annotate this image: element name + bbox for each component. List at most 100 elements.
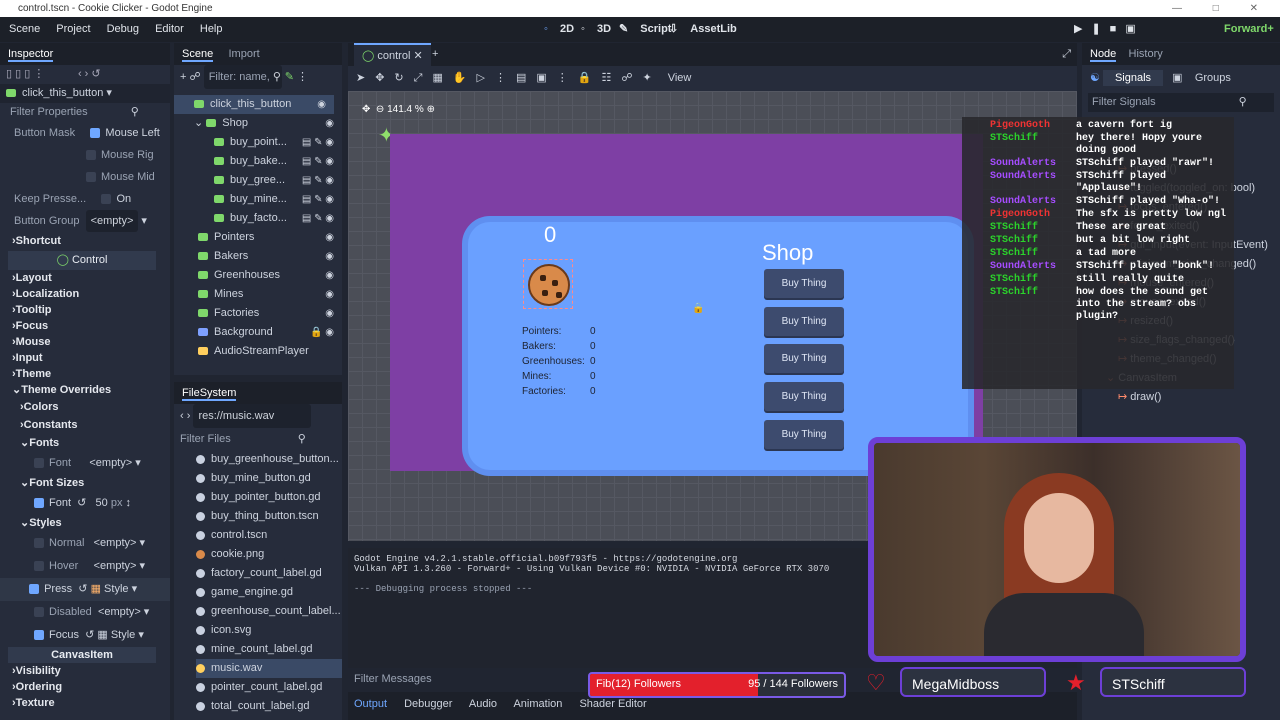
run-controls[interactable]: ▶❚■▣ [1074,17,1145,42]
file-item[interactable]: greenhouse_count_label... [196,602,342,621]
tree-node-mines[interactable]: Mines ◉ [174,285,342,304]
tab-control[interactable]: ◯ control ✕ [354,43,431,68]
inspector-toolbar[interactable]: ▯ ▯ ▯ ⋮ ‹ › ↺ [0,65,170,84]
signal-item[interactable]: ↦ draw() [1106,388,1280,407]
style-normal-value[interactable]: <empty> [94,537,137,549]
mask-right-row[interactable]: Mouse Rig [14,144,170,166]
eye-icon[interactable]: ◉ [317,95,326,114]
eye-icon[interactable]: ▤ ✎ ◉ [302,133,334,152]
workspace-3d[interactable]: ◦ 3D [581,17,615,42]
eye-icon[interactable]: ▤ ✎ ◉ [302,171,334,190]
tab-import[interactable]: Import [228,48,259,60]
add-tab-icon[interactable]: + [432,43,438,66]
eye-icon[interactable]: ◉ [325,266,334,285]
filter-properties[interactable]: Filter Properties ⚲ [0,103,170,122]
style-press-value[interactable]: Style [104,583,128,595]
buy-thing-button[interactable]: Buy Thing [764,307,844,336]
tree-node-background[interactable]: Background 🔒 ◉ [174,323,342,342]
section-localization[interactable]: ›Localization [0,286,170,302]
link-icon[interactable]: ☍ [190,71,201,83]
menu-help[interactable]: Help [200,23,223,35]
eye-icon[interactable]: ◉ [325,114,334,133]
control-category[interactable]: ◯ Control [8,251,156,270]
filter-messages[interactable]: Filter Messages [354,673,432,685]
tree-node-buy-pointer[interactable]: buy_point... ▤ ✎ ◉ [174,133,342,152]
file-item[interactable]: factory_count_label.gd [196,564,342,583]
style-press-checkbox[interactable] [29,584,40,595]
section-ordering[interactable]: ›Ordering [0,679,170,695]
workspace-assetlib[interactable]: ⇩ AssetLib [669,17,741,42]
tree-node-audio-stream-player[interactable]: AudioStreamPlayer [174,342,342,361]
section-input[interactable]: ›Input [0,350,170,366]
button-group-value[interactable]: <empty> [85,210,139,232]
eye-icon[interactable]: ▤ ✎ ◉ [302,190,334,209]
script-icon[interactable]: ✎ [285,71,294,83]
add-node-icon[interactable]: + [180,71,186,83]
subsection-font-sizes[interactable]: ⌄Font Sizes [0,474,170,492]
file-item[interactable]: pointer_count_label.gd [196,678,342,697]
menu-project[interactable]: Project [56,23,90,35]
section-layout[interactable]: ›Layout [0,270,170,286]
file-item[interactable]: music.wav [196,659,342,678]
close-icon[interactable]: ✕ [413,50,422,62]
section-visibility[interactable]: ›Visibility [0,663,170,679]
tab-node[interactable]: Node [1090,48,1117,62]
scene-filter-input[interactable]: Filter: name, ⚲ [203,65,282,89]
inspected-node[interactable]: click_this_button ▾ [0,84,170,103]
buy-thing-button[interactable]: Buy Thing [764,269,844,298]
menu-debug[interactable]: Debug [107,23,139,35]
file-item[interactable]: control.tscn [196,526,342,545]
file-item[interactable]: buy_mine_button.gd [196,469,342,488]
section-shortcut[interactable]: ›Shortcut [0,232,170,251]
file-item[interactable]: buy_greenhouse_button... [196,450,342,469]
tree-node-buy-factory[interactable]: buy_facto... ▤ ✎ ◉ [174,209,342,228]
tree-node-factories[interactable]: Factories ◉ [174,304,342,323]
tree-node-click-this-button[interactable]: click_this_button ◉ [174,95,334,114]
eye-icon[interactable]: ◉ [325,285,334,304]
tree-node-pointers[interactable]: Pointers ◉ [174,228,342,247]
filesystem-filter[interactable]: Filter Files ⚲ [174,428,342,450]
font-checkbox[interactable] [34,458,44,469]
section-texture[interactable]: ›Texture [0,695,170,711]
section-focus[interactable]: ›Focus [0,318,170,334]
tab-shader-editor[interactable]: Shader Editor [579,698,646,710]
tab-signals[interactable]: Signals [1102,70,1164,86]
filesystem-path-input[interactable]: res://music.wav [193,404,312,428]
eye-icon[interactable]: ▤ ✎ ◉ [302,209,334,228]
style-disabled-checkbox[interactable] [34,607,44,618]
font-value[interactable]: <empty> [89,457,132,469]
subsection-colors[interactable]: ›Colors [0,398,170,416]
tree-node-bakers[interactable]: Bakers ◉ [174,247,342,266]
tab-inspector[interactable]: Inspector [8,48,54,62]
style-normal-checkbox[interactable] [34,538,44,549]
tree-node-buy-greenhouse[interactable]: buy_gree... ▤ ✎ ◉ [174,171,342,190]
font-size-checkbox[interactable] [34,498,44,509]
style-focus-checkbox[interactable] [34,630,44,641]
eye-icon[interactable]: 🔒 ◉ [310,323,334,342]
buy-thing-button[interactable]: Buy Thing [764,344,844,373]
filter-signals[interactable]: Filter Signals ⚲ [1088,93,1274,112]
zoom-controls[interactable]: ✥ ⊖ 141.4 % ⊕ [362,104,435,115]
tab-animation[interactable]: Animation [513,698,562,710]
section-mouse[interactable]: ›Mouse [0,334,170,350]
click-this-button[interactable] [523,259,573,309]
tab-history[interactable]: History [1129,48,1163,60]
canvasitem-category[interactable]: CanvasItem [8,647,156,663]
tab-filesystem[interactable]: FileSystem [182,387,237,401]
tab-audio[interactable]: Audio [469,698,497,710]
window-controls[interactable]: — □ ✕ [1172,0,1272,17]
workspace-script[interactable]: ✎ Script [619,17,675,42]
file-item[interactable]: cookie.png [196,545,342,564]
eye-icon[interactable]: ▤ ✎ ◉ [302,152,334,171]
fullscreen-icon[interactable]: ⤢ [1062,43,1071,66]
style-hover-checkbox[interactable] [34,561,44,572]
section-tooltip[interactable]: ›Tooltip [0,302,170,318]
file-item[interactable]: game_engine.gd [196,583,342,602]
style-disabled-value[interactable]: <empty> [98,606,141,618]
tree-node-buy-mine[interactable]: buy_mine... ▤ ✎ ◉ [174,190,342,209]
canvas-toolbar[interactable]: ➤✥↻⤢▦✋▷⋮▤▣⋮🔒☷☍✦ View [348,66,1077,91]
font-size-value[interactable]: 50 [96,497,108,509]
subsection-styles[interactable]: ⌄Styles [0,514,170,532]
section-theme-overrides[interactable]: ⌄Theme Overrides [0,382,170,398]
view-menu[interactable]: View [668,72,692,84]
